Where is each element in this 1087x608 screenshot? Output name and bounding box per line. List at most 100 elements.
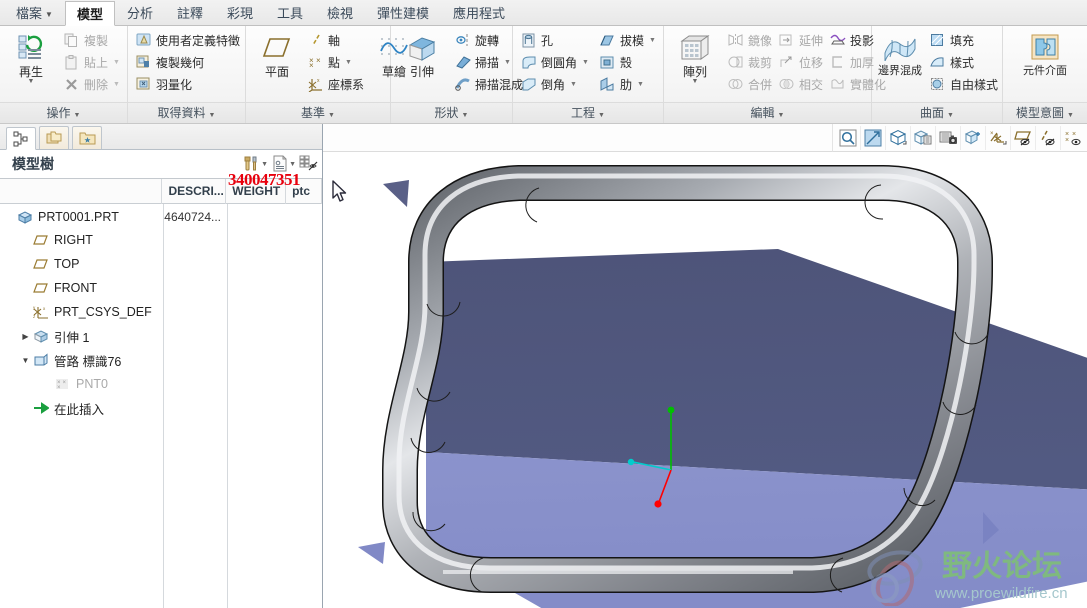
udf-button[interactable]: 使用者定義特徵 [132,29,243,51]
project-label: 投影 [850,33,875,48]
ribbon-group-operations-label[interactable]: 操作 ▼ [0,102,127,123]
datum-display-icon[interactable]: × [985,125,1010,150]
boundary-blend-button[interactable]: 邊界混成 [876,29,924,77]
datum-axis-button[interactable]: 軸 [304,29,367,51]
shell-button[interactable]: 殼 [596,51,659,73]
pattern-icon [678,31,712,65]
group-label-text: 基準 [301,106,326,120]
refit-icon[interactable] [860,125,885,150]
chevron-down-icon[interactable]: ▼ [289,161,296,168]
chevron-down-icon: ▼ [461,112,469,119]
graphics-window[interactable]: × × × × 野火论坛 www.proewildfire.cn [323,124,1087,608]
draft-button[interactable]: 拔模 ▼ [596,29,659,51]
folder-browser-tab[interactable] [39,126,69,149]
table-row[interactable]: TOP [0,252,322,276]
tab-view-label: 檢視 [327,6,354,21]
offset-button[interactable]: 位移 [775,51,826,73]
style-label: 樣式 [950,55,975,70]
3d-model-viewport[interactable] [323,152,1087,608]
tree-item-label: PRT0001.PRT [38,210,119,224]
round-button[interactable]: 倒圓角 ▼ [517,51,592,73]
extrude-button[interactable]: 引伸 [395,29,449,79]
intersect-button[interactable]: 相交 [775,73,826,95]
copy-button[interactable]: 複製 [60,29,123,51]
plane-display-icon[interactable] [1010,125,1035,150]
appearance-icon[interactable] [960,125,985,150]
view-manager-icon[interactable] [935,125,960,150]
delete-button[interactable]: 刪除 ▼ [60,73,123,95]
tab-model[interactable]: 模型 [64,1,115,26]
shrinkwrap-button[interactable]: 羽量化 [132,73,243,95]
extend-label: 延伸 [799,33,824,48]
tree-columns-icon[interactable] [270,154,290,174]
tab-annotate[interactable]: 註釋 [165,0,215,25]
table-row[interactable]: PRT0001.PRT 4640724... [0,204,322,228]
axis-display-icon[interactable] [1035,125,1060,150]
ribbon-group-shapes-label[interactable]: 形狀 ▼ [391,102,512,123]
datum-point-button[interactable]: × × × 點 ▼ [304,51,367,73]
ribbon-group-engineering-label[interactable]: 工程 ▼ [513,102,663,123]
table-row[interactable]: 在此插入 [0,396,322,420]
datum-point-icon: × × × [54,376,72,392]
table-row[interactable]: y z x PRT_CSYS_DEF [0,300,322,324]
trim-button[interactable]: 裁剪 [724,51,775,73]
tab-applications[interactable]: 應用程式 [441,0,517,25]
chevron-down-icon: ▼ [113,58,120,66]
copy-geometry-button[interactable]: 複製幾何 [132,51,243,73]
group-label-text: 模型意圖 [1016,106,1065,120]
regenerate-button[interactable]: 再生 ▼ [4,29,58,85]
favorites-tab[interactable] [72,126,102,149]
tree-expander-expanded[interactable]: ▼ [19,354,32,367]
model-tree-tab[interactable] [6,127,36,150]
column-header-description[interactable]: DESCRI... [162,178,227,204]
ribbon-group-get-data-label[interactable]: 取得資料 ▼ [128,102,245,123]
coordinate-system-button[interactable]: x 座標系 [304,73,367,95]
ribbon-group-editing: 陣列 ▼ 鏡像 裁剪 合併 延伸 位移 相交 投影 加厚 實體化 編輯 ▼ [664,26,886,123]
table-row[interactable]: ▶ 引伸 1 [0,324,322,348]
datum-plane-label: 平面 [264,65,289,79]
datum-plane-button[interactable]: 平面 [250,29,304,79]
point-display-icon[interactable]: × × × [1060,125,1085,150]
column-header-weight[interactable]: WEIGHT [226,178,287,204]
tab-render[interactable]: 彩現 [215,0,265,25]
ribbon-group-datum-label[interactable]: 基準 ▼ [246,102,390,123]
chamfer-button[interactable]: 倒角 ▼ [517,73,592,95]
tree-expander-collapsed[interactable]: ▶ [19,330,32,343]
saved-views-icon[interactable] [910,125,935,150]
pipe-feature-icon [32,352,50,368]
paste-button[interactable]: 貼上 ▼ [60,51,123,73]
merge-button[interactable]: 合併 [724,73,775,95]
style-button[interactable]: 樣式 [926,51,1001,73]
zoom-in-icon[interactable] [835,126,860,150]
pattern-button[interactable]: 陣列 ▼ [668,29,722,85]
table-row[interactable]: ▼ 管路 標識76 [0,348,322,372]
column-header-name[interactable] [0,178,163,204]
tab-tools[interactable]: 工具 [265,0,315,25]
tab-analysis[interactable]: 分析 [115,0,165,25]
freestyle-button[interactable]: 自由樣式 [926,73,1001,95]
chevron-down-icon[interactable]: ▼ [261,161,268,168]
ribbon-group-surfaces-label[interactable]: 曲面 ▼ [872,102,1002,123]
ribbon-group-editing-label[interactable]: 編輯 ▼ [664,102,871,123]
ribbon-group-model-intent-label[interactable]: 模型意圖 ▼ [1003,102,1087,123]
fill-button[interactable]: 填充 [926,29,1001,51]
chevron-down-icon: ▼ [582,58,589,66]
component-interface-icon [1028,31,1062,65]
fill-icon [929,32,946,49]
extend-button[interactable]: 延伸 [775,29,826,51]
settings-tools-icon[interactable] [242,154,262,174]
component-interface-button[interactable]: 元件介面 [1014,29,1076,77]
tab-tools-label: 工具 [277,6,304,21]
display-style-icon[interactable] [885,125,910,150]
tab-file[interactable]: 檔案 ▼ [4,0,65,25]
tab-flexible-modeling[interactable]: 彈性建模 [365,0,441,25]
mirror-button[interactable]: 鏡像 [724,29,775,51]
table-row[interactable]: × × × PNT0 [0,372,322,396]
rib-button[interactable]: 肋 ▼ [596,73,659,95]
tab-view[interactable]: 檢視 [315,0,365,25]
table-row[interactable]: RIGHT [0,228,322,252]
hole-button[interactable]: 孔 [517,29,592,51]
column-header-ptc[interactable]: ptc [286,178,323,204]
tree-filters-icon[interactable] [298,154,318,174]
table-row[interactable]: FRONT [0,276,322,300]
